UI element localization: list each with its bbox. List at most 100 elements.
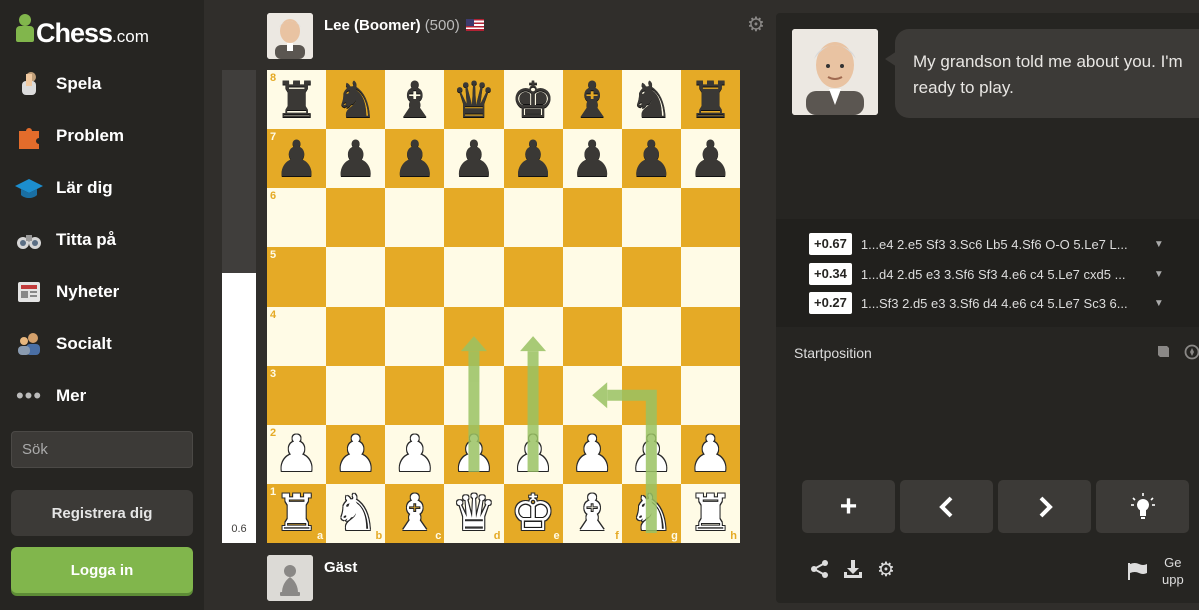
square-h5[interactable] [680,247,740,307]
chevron-down-icon[interactable]: ▼ [1154,269,1164,280]
black-pawn[interactable]: ♟ [681,129,740,188]
black-pawn[interactable]: ♟ [504,129,563,188]
white-pawn[interactable]: ♟ [385,425,444,484]
square-e6[interactable] [503,188,563,248]
square-f6[interactable] [562,188,622,248]
square-b6[interactable] [326,188,386,248]
settings-gear-icon[interactable]: ⚙ [877,557,895,582]
square-c4[interactable] [385,306,445,366]
square-d3[interactable] [444,365,504,425]
login-button[interactable]: Logga in [11,547,193,593]
square-a6[interactable]: 6 [267,188,327,248]
white-bishop[interactable]: ♝ [385,484,444,543]
search-input[interactable] [11,431,193,468]
sidebar-item-watch[interactable]: Titta på [0,214,204,266]
square-c5[interactable] [385,247,445,307]
book-icon[interactable] [1156,344,1171,362]
black-pawn[interactable]: ♟ [267,129,326,188]
register-button[interactable]: Registrera dig [11,490,193,536]
coach-avatar-small[interactable] [267,13,313,59]
square-f3[interactable] [562,365,622,425]
square-g4[interactable] [621,306,681,366]
white-pawn[interactable]: ♟ [622,425,681,484]
square-a3[interactable]: 3 [267,365,327,425]
square-g6[interactable] [621,188,681,248]
white-pawn[interactable]: ♟ [444,425,503,484]
black-pawn[interactable]: ♟ [444,129,503,188]
white-pawn[interactable]: ♟ [326,425,385,484]
engine-line[interactable]: +0.27 1...Sf3 2.d5 e3 3.Sf6 d4 4.e6 c4 5… [809,292,1164,314]
square-h3[interactable] [680,365,740,425]
engine-line[interactable]: +0.67 1...e4 2.e5 Sf3 3.Sc6 Lb5 4.Sf6 O-… [809,233,1164,255]
top-player-info: Lee (Boomer) (500) [324,17,484,59]
black-rook[interactable]: ♜ [681,70,740,129]
rank-label: 5 [270,249,277,262]
black-queen[interactable]: ♛ [444,70,503,129]
chess-logo[interactable]: Chess .com [16,12,149,49]
square-a5[interactable]: 5 [267,247,327,307]
white-knight[interactable]: ♞ [622,484,681,543]
rank-label: 6 [270,190,277,203]
compass-icon[interactable] [1184,344,1199,363]
black-pawn[interactable]: ♟ [385,129,444,188]
black-knight[interactable]: ♞ [622,70,681,129]
black-knight[interactable]: ♞ [326,70,385,129]
square-g3[interactable] [621,365,681,425]
engine-line[interactable]: +0.34 1...d4 2.d5 e3 3.Sf6 Sf3 4.e6 c4 5… [809,263,1164,285]
square-d6[interactable] [444,188,504,248]
square-e3[interactable] [503,365,563,425]
share-icon[interactable] [810,559,830,585]
black-rook[interactable]: ♜ [267,70,326,129]
square-h6[interactable] [680,188,740,248]
sidebar-item-play[interactable]: Spela [0,58,204,110]
black-pawn[interactable]: ♟ [622,129,681,188]
square-g5[interactable] [621,247,681,307]
square-h4[interactable] [680,306,740,366]
white-bishop[interactable]: ♝ [563,484,622,543]
chess-board[interactable]: 8 ♜ ♞ ♝ ♛ ♚ ♝ ♞ ♜ 7 ♟ ♟ ♟ ♟ ♟ ♟ ♟ ♟ 6 5 4 3 2 ♟ ♟ ♟ ♟ ♟ ♟ ♟ ♟ 1 a ♜ b ♞ c ♝ d ♛… [267,70,740,543]
square-d5[interactable] [444,247,504,307]
black-bishop[interactable]: ♝ [563,70,622,129]
sidebar-item-more[interactable]: ••• Mer [0,370,204,422]
square-c3[interactable] [385,365,445,425]
previous-move-button[interactable] [900,480,993,533]
square-b3[interactable] [326,365,386,425]
sidebar-item-puzzles[interactable]: Problem [0,110,204,162]
engine-score: +0.67 [809,233,852,255]
square-f4[interactable] [562,306,622,366]
board-settings-gear-icon[interactable]: ⚙ [747,15,767,35]
black-bishop[interactable]: ♝ [385,70,444,129]
square-f5[interactable] [562,247,622,307]
white-pawn[interactable]: ♟ [681,425,740,484]
square-c6[interactable] [385,188,445,248]
chevron-down-icon[interactable]: ▼ [1154,298,1164,309]
square-a4[interactable]: 4 [267,306,327,366]
white-rook[interactable]: ♜ [267,484,326,543]
white-queen[interactable]: ♛ [444,484,503,543]
sidebar-item-social[interactable]: Socialt [0,318,204,370]
black-king[interactable]: ♚ [504,70,563,129]
sidebar-item-news[interactable]: Nyheter [0,266,204,318]
white-rook[interactable]: ♜ [681,484,740,543]
black-pawn[interactable]: ♟ [563,129,622,188]
hint-button[interactable] [1096,480,1189,533]
square-b4[interactable] [326,306,386,366]
white-king[interactable]: ♚ [504,484,563,543]
next-move-button[interactable] [998,480,1091,533]
black-pawn[interactable]: ♟ [326,129,385,188]
chevron-down-icon[interactable]: ▼ [1154,239,1164,250]
download-icon[interactable] [843,559,863,585]
square-e4[interactable] [503,306,563,366]
sidebar-item-learn[interactable]: Lär dig [0,162,204,214]
resign-button[interactable]: Ge upp [1126,554,1184,588]
evaluation-bar: 0.6 [222,70,256,543]
white-knight[interactable]: ♞ [326,484,385,543]
add-move-button[interactable]: + [802,480,895,533]
white-pawn[interactable]: ♟ [563,425,622,484]
square-b5[interactable] [326,247,386,307]
square-e5[interactable] [503,247,563,307]
top-player-name[interactable]: Lee (Boomer) [324,17,421,34]
white-pawn[interactable]: ♟ [267,425,326,484]
square-d4[interactable] [444,306,504,366]
white-pawn[interactable]: ♟ [504,425,563,484]
